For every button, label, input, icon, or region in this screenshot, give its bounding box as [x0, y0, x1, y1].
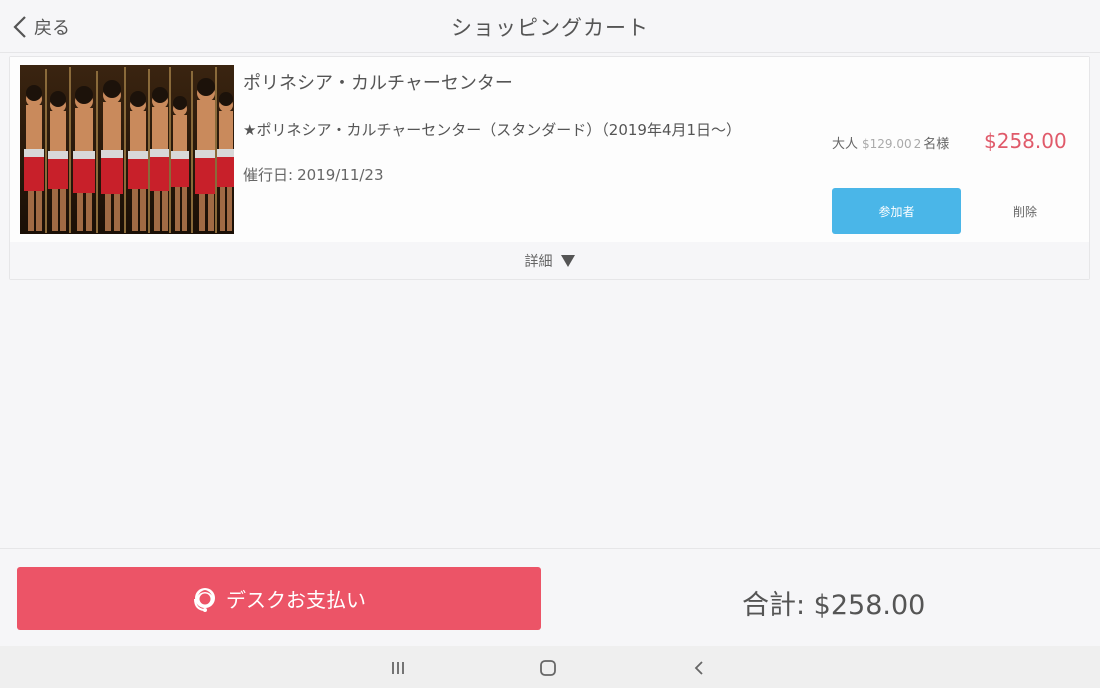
triangle-down-icon [560, 254, 575, 267]
desk-payment-label: デスクお支払い [226, 588, 366, 612]
cart-item-card: ポリネシア・カルチャーセンター ★ポリネシア・カルチャーセンター（スタンダード）… [9, 56, 1090, 280]
item-plan: ★ポリネシア・カルチャーセンター（スタンダード）（2019年4月1日〜） [243, 121, 742, 139]
item-name[interactable]: ポリネシア・カルチャーセンター [243, 69, 513, 95]
page-title: ショッピングカート [451, 16, 649, 40]
recents-icon[interactable] [386, 658, 410, 678]
details-label: 詳細 [524, 253, 553, 270]
unit-price: $129.00 [862, 137, 912, 151]
participants-button[interactable]: 参加者 [832, 188, 961, 234]
home-icon[interactable] [536, 658, 560, 678]
ticket-type: 大人 [832, 137, 859, 152]
item-thumbnail [20, 65, 234, 234]
quantity: 2 [913, 137, 922, 151]
checkout-footer: デスクお支払い 合計: $258.00 [0, 548, 1100, 646]
delete-button[interactable]: 削除 [985, 188, 1065, 234]
details-toggle[interactable]: 詳細 [10, 242, 1089, 279]
price-breakdown: 大人 $129.00 2 名様 [832, 133, 949, 152]
desk-payment-button[interactable]: デスクお支払い [17, 567, 541, 630]
date-label: 催行日: [243, 166, 294, 184]
support-agent-icon [194, 587, 215, 612]
quantity-unit: 名様 [923, 137, 950, 152]
app-header: 戻る ショッピングカート [0, 0, 1100, 53]
line-total: $258.00 [984, 129, 1067, 153]
item-date: 催行日: 2019/11/23 [243, 164, 384, 185]
android-nav-bar [0, 646, 1100, 688]
date-value: 2019/11/23 [297, 166, 384, 184]
cart-item-body: ポリネシア・カルチャーセンター ★ポリネシア・カルチャーセンター（スタンダード）… [10, 57, 1089, 242]
back-nav-icon[interactable] [687, 658, 711, 678]
grand-total: 合計: $258.00 [742, 590, 926, 621]
